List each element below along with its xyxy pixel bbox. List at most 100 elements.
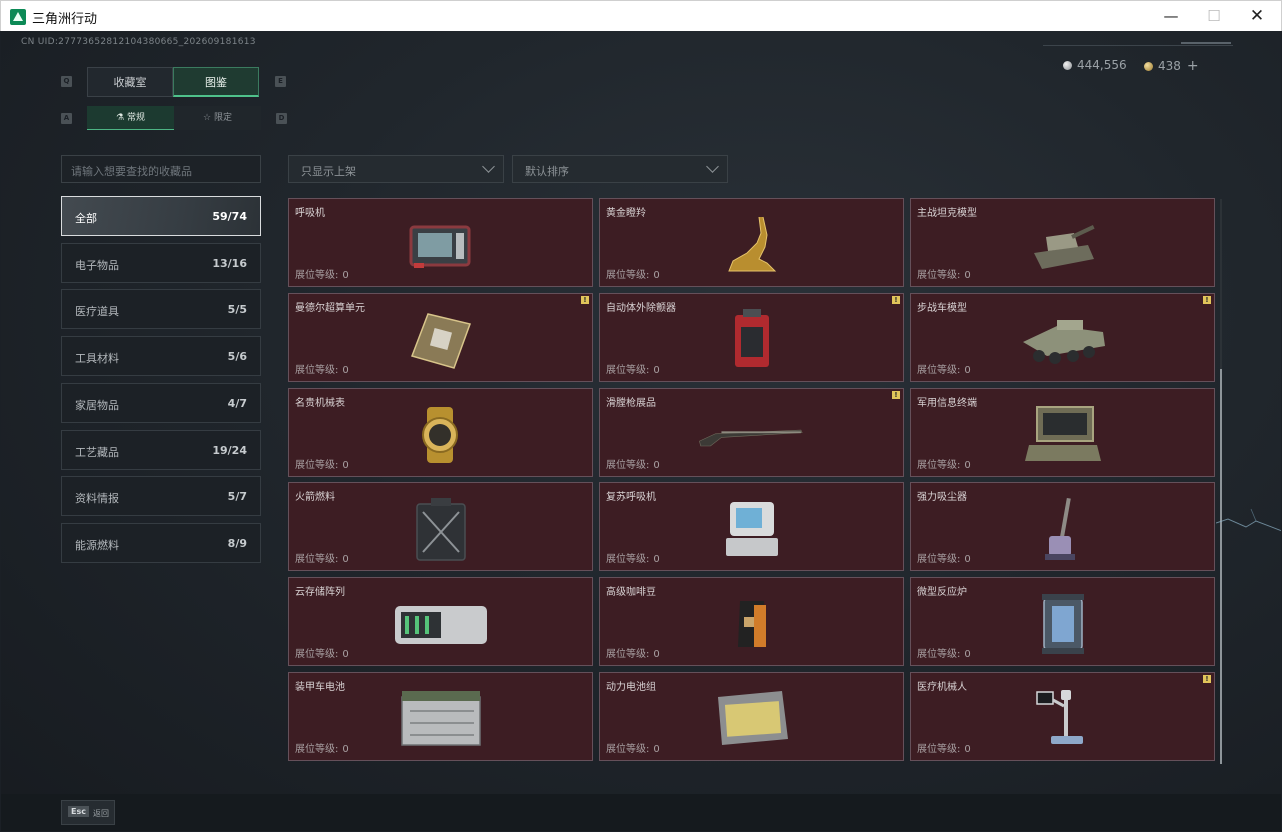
level-value: 0: [653, 270, 660, 281]
collection-item-card[interactable]: 军用信息终端 展位等级: 0: [910, 387, 1215, 477]
back-label: 返回: [93, 809, 109, 818]
item-name: 复苏呼吸机: [606, 492, 656, 504]
vacuum-cleaner-icon: [1008, 491, 1118, 567]
tab-regular[interactable]: ⚗ 常规: [87, 106, 174, 130]
defibrillator-icon-graphic: [734, 308, 769, 367]
ventilator-icon: [386, 207, 496, 283]
collection-item-card[interactable]: 自动体外除颤器 展位等级: 0!: [599, 292, 904, 382]
category-item[interactable]: 医疗道具 5/5: [61, 289, 261, 330]
collection-item-card[interactable]: 强力吸尘器 展位等级: 0: [910, 482, 1215, 572]
category-item[interactable]: 全部 59/74: [61, 196, 261, 236]
musket-icon-graphic: [698, 429, 803, 446]
bottom-bar: [1, 794, 1281, 831]
item-name: 主战坦克模型: [917, 208, 977, 219]
level-value: 0: [964, 270, 971, 281]
category-item[interactable]: 电子物品 13/16: [61, 242, 261, 283]
level-label: 展位等级:: [606, 270, 650, 281]
window-title: 三角洲行动: [32, 12, 98, 27]
micro-reactor-icon: [1008, 586, 1118, 662]
item-name: 滑膛枪展品: [606, 397, 656, 409]
coffee-bag-icon-graphic: [737, 601, 766, 648]
category-count: 8/9: [227, 536, 247, 550]
flask-icon: ⚗: [116, 113, 127, 123]
level-value: 0: [964, 744, 971, 755]
category-item[interactable]: 工具材料 5/6: [61, 336, 261, 377]
item-name: 火箭燃料: [295, 492, 335, 504]
close-button[interactable]: ✕: [1237, 5, 1277, 27]
collection-item-card[interactable]: 黄金瞪羚 展位等级: 0: [599, 198, 904, 287]
watch-icon: [386, 397, 496, 473]
level-label: 展位等级:: [295, 554, 339, 566]
level-value: 0: [653, 649, 660, 661]
level-label: 展位等级:: [606, 744, 650, 755]
collection-item-card[interactable]: 复苏呼吸机展位等级: 0: [599, 482, 904, 572]
watch-icon-graphic: [421, 406, 458, 463]
category-name: 电子物品: [75, 258, 119, 272]
level-value: 0: [653, 364, 660, 376]
header-divider: [1043, 45, 1233, 46]
shelf-filter-dropdown[interactable]: 只显示上架: [288, 155, 504, 183]
collection-item-card[interactable]: 滑膛枪展品展位等级: 0!: [599, 387, 904, 477]
collection-item-card[interactable]: 医疗机械人 展位等级: 0!: [910, 672, 1215, 761]
category-item[interactable]: 家居物品 4/7: [61, 382, 261, 423]
collection-item-card[interactable]: 火箭燃料 展位等级: 0: [288, 482, 593, 572]
collection-item-card[interactable]: 高级咖啡豆 展位等级: 0: [599, 577, 904, 667]
tab-regular-label: 常规: [126, 113, 145, 123]
vacuum-cleaner-icon-graphic: [1044, 498, 1075, 561]
supercomputer-unit-icon-graphic: [410, 312, 471, 369]
minimize-button[interactable]: —: [1151, 5, 1191, 27]
item-level: 展位等级: 0: [606, 550, 660, 565]
category-name: 工具材料: [75, 352, 119, 366]
battery-pack-icon-graphic: [717, 691, 788, 745]
collection-item-card[interactable]: 曼德尔超算单元 展位等级: 0!: [288, 292, 593, 382]
header-accent: [1181, 42, 1231, 44]
item-level: 展位等级: 0: [606, 456, 660, 471]
back-button[interactable]: Esc 返回: [61, 800, 115, 825]
vehicle-battery-icon: [386, 681, 496, 757]
add-currency-button[interactable]: +: [1187, 58, 1199, 74]
level-label: 展位等级:: [606, 554, 650, 566]
sort-dropdown[interactable]: 默认排序: [512, 155, 728, 183]
grid-scrollbar-thumb[interactable]: [1220, 369, 1222, 764]
collection-item-card[interactable]: 云存储阵列 展位等级: 0: [288, 577, 593, 667]
new-badge-icon: !: [892, 390, 900, 399]
collection-item-card[interactable]: 主战坦克模型 展位等级: 0: [910, 198, 1215, 287]
item-name: 医疗机械人: [917, 682, 967, 693]
coffee-bag-icon: [697, 586, 807, 662]
tab-catalog[interactable]: 图鉴: [173, 67, 259, 97]
collection-item-card[interactable]: 步战车模型 展位等级: 0!: [910, 292, 1215, 382]
new-badge-icon: !: [581, 295, 589, 304]
item-name: 装甲车电池: [295, 682, 345, 693]
collection-item-card[interactable]: 呼吸机 展位等级: 0: [288, 198, 593, 287]
collection-item-card[interactable]: 微型反应炉展位等级: 0: [910, 577, 1215, 667]
key-hint-q: Q: [61, 76, 72, 87]
collection-item-card[interactable]: 动力电池组 展位等级: 0: [599, 672, 904, 761]
item-name: 微型反应炉: [917, 587, 967, 599]
gold-currency: 438 +: [1144, 58, 1199, 74]
tab-collection-room[interactable]: 收藏室: [87, 67, 173, 97]
window-titlebar: 三角洲行动 — ☐ ✕: [0, 0, 1282, 31]
item-level: 展位等级: 0: [606, 266, 660, 281]
new-badge-icon: !: [1203, 295, 1211, 304]
star-icon: ☆: [203, 113, 214, 123]
item-level: 展位等级: 0: [295, 456, 349, 471]
level-label: 展位等级:: [295, 459, 339, 471]
item-name: 高级咖啡豆: [606, 587, 656, 599]
silver-coin-icon: [1063, 61, 1072, 70]
item-level: 展位等级: 0: [917, 645, 971, 660]
medical-robot-icon: [1008, 681, 1118, 757]
collection-item-card[interactable]: 名贵机械表 展位等级: 0: [288, 387, 593, 477]
golden-gazelle-icon: [697, 207, 807, 283]
level-label: 展位等级:: [917, 554, 961, 566]
supercomputer-unit-icon: [386, 302, 496, 378]
battery-pack-icon: [697, 681, 807, 757]
collection-item-card[interactable]: 装甲车电池 展位等级: 0: [288, 672, 593, 761]
category-item[interactable]: 工艺藏品 19/24: [61, 429, 261, 470]
maximize-button[interactable]: ☐: [1194, 5, 1234, 27]
golden-gazelle-icon-graphic: [727, 216, 776, 272]
category-count: 4/7: [227, 396, 247, 410]
tab-limited[interactable]: ☆ 限定: [174, 106, 261, 130]
category-item[interactable]: 能源燃料 8/9: [61, 522, 261, 563]
category-item[interactable]: 资料情报 5/7: [61, 476, 261, 517]
collection-search-input[interactable]: 请输入想要查找的收藏品: [61, 155, 261, 183]
